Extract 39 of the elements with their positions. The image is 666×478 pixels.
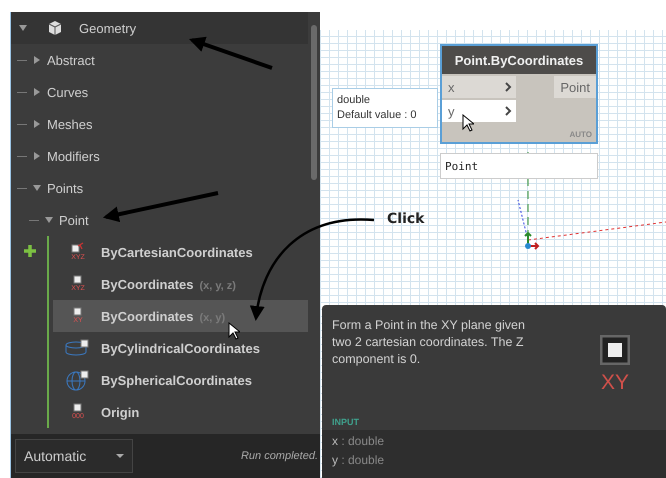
category-item[interactable]: Abstract bbox=[47, 52, 95, 68]
annotation-text: Click bbox=[387, 211, 424, 227]
input-port[interactable]: y bbox=[442, 100, 516, 122]
input-parameter: x : double bbox=[332, 433, 386, 450]
library-member[interactable]: ByCylindricalCoordinates bbox=[53, 332, 308, 364]
caret-icon[interactable] bbox=[33, 184, 41, 192]
run-mode-dropdown[interactable]: Automatic bbox=[15, 439, 133, 473]
category-item[interactable]: Meshes bbox=[47, 116, 93, 132]
cursor-icon bbox=[228, 322, 240, 340]
caret-icon[interactable] bbox=[116, 454, 124, 458]
chevron-icon bbox=[505, 82, 512, 92]
caret-icon[interactable] bbox=[45, 216, 53, 224]
input-parameter: y : double bbox=[332, 452, 386, 469]
caret-icon[interactable] bbox=[33, 88, 41, 96]
caret-icon[interactable] bbox=[33, 120, 41, 128]
input-port[interactable]: x bbox=[442, 76, 516, 98]
category-item[interactable]: Point bbox=[59, 212, 89, 228]
cube-icon bbox=[47, 20, 63, 36]
run-status: Run completed. bbox=[240, 450, 318, 462]
description-text: Form a Point in the XY plane given two 2 cartesian coordinates. The Z component is 0. bbox=[332, 317, 526, 368]
category-item[interactable]: Curves bbox=[47, 84, 88, 100]
chevron-icon bbox=[505, 106, 512, 116]
category-item[interactable]: Modifiers bbox=[47, 148, 100, 164]
output-port[interactable]: Point bbox=[554, 76, 596, 98]
scrollbar-thumb[interactable] bbox=[311, 25, 317, 180]
caret-icon[interactable] bbox=[19, 24, 27, 32]
section-heading: INPUT bbox=[331, 417, 360, 429]
node-type-icon bbox=[600, 335, 630, 365]
category-item[interactable]: Geometry bbox=[79, 20, 136, 36]
add-icon[interactable] bbox=[23, 244, 37, 258]
icon-label: XY bbox=[600, 371, 629, 395]
category-item[interactable]: Points bbox=[47, 180, 84, 196]
library-member[interactable]: BySphericalCoordinates bbox=[53, 364, 308, 396]
cursor-icon bbox=[462, 114, 474, 132]
node-card[interactable]: Point.ByCoordinates x y Point AUTO bbox=[440, 44, 598, 144]
port-tooltip: double Default value : 0 bbox=[332, 88, 438, 128]
preview-dropdown[interactable]: Point bbox=[440, 153, 598, 179]
caret-icon[interactable] bbox=[33, 56, 41, 64]
caret-icon[interactable] bbox=[33, 152, 41, 160]
